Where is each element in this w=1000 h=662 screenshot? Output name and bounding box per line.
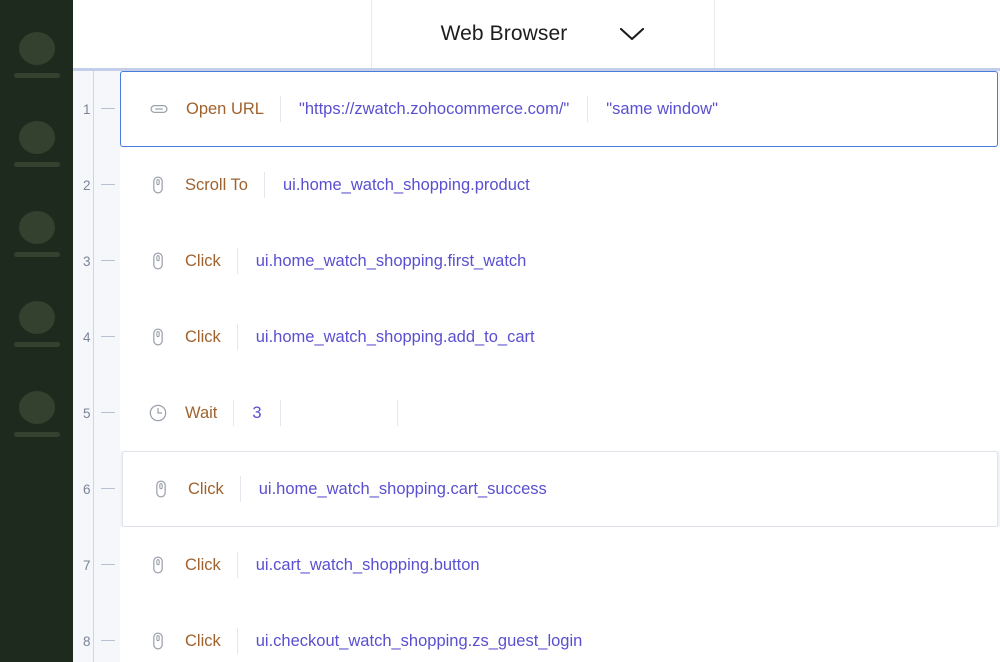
step-number: 2	[83, 177, 91, 193]
app-root: Web Browser 1 Open URL "https://zwatch.zoh…	[0, 0, 1000, 662]
header-left-cell	[73, 0, 372, 68]
sidebar-avatar-placeholder-icon	[18, 301, 55, 334]
step-row: 4 Click ui.home_watch_shopping.add_to_cart	[73, 299, 1000, 375]
mouse-icon	[146, 553, 170, 577]
sidebar-avatar-placeholder-icon	[18, 32, 55, 65]
step-param[interactable]: "same window"	[588, 100, 736, 119]
step-row: 8 Click ui.checkout_watch_shopping.zs_gues…	[73, 603, 1000, 662]
step-list: 1 Open URL "https://zwatch.zohocommerce.co…	[73, 71, 1000, 662]
step-tick	[101, 564, 115, 565]
mouse-icon	[146, 173, 170, 197]
step-card[interactable]: Open URL "https://zwatch.zohocommerce.com…	[120, 71, 998, 147]
header-right-cell	[715, 0, 1000, 68]
sidebar-item-3[interactable]	[0, 211, 73, 271]
sidebar-item-1[interactable]	[0, 32, 73, 92]
param-divider	[396, 400, 398, 426]
step-param[interactable]: ui.home_watch_shopping.product	[265, 176, 548, 195]
step-card[interactable]: Click ui.home_watch_shopping.first_watch	[120, 223, 1000, 299]
step-param[interactable]: ui.home_watch_shopping.add_to_cart	[238, 328, 553, 347]
step-action-label[interactable]: Scroll To	[185, 176, 264, 195]
sidebar-label-placeholder	[13, 252, 60, 257]
step-row: 3 Click ui.home_watch_shopping.first_watch	[73, 223, 1000, 299]
step-action-label[interactable]: Click	[185, 632, 237, 651]
step-number: 1	[83, 101, 91, 117]
step-number: 6	[83, 481, 91, 497]
step-card[interactable]: Click ui.home_watch_shopping.cart_success	[122, 451, 998, 527]
clock-icon	[146, 401, 170, 425]
step-row: 7 Click ui.cart_watch_shopping.button	[73, 527, 1000, 603]
sidebar-item-2[interactable]	[0, 121, 73, 181]
mouse-icon	[149, 477, 173, 501]
step-number: 7	[83, 557, 91, 573]
step-param[interactable]: ui.home_watch_shopping.cart_success	[241, 480, 565, 499]
step-card[interactable]: Click ui.cart_watch_shopping.button	[120, 527, 1000, 603]
step-tick	[101, 412, 115, 413]
step-tick	[101, 184, 115, 185]
step-row: 6 Click ui.home_watch_shopping.cart_succes…	[73, 451, 1000, 527]
chevron-down-icon[interactable]	[619, 26, 645, 42]
step-card[interactable]: Click ui.home_watch_shopping.add_to_cart	[120, 299, 1000, 375]
page-title: Web Browser	[440, 22, 568, 45]
step-card[interactable]: Wait 3	[120, 375, 1000, 451]
sidebar-label-placeholder	[13, 73, 60, 78]
step-action-label[interactable]: Wait	[185, 404, 233, 423]
sidebar-avatar-placeholder-icon	[18, 391, 55, 424]
sidebar-item-5[interactable]	[0, 391, 73, 451]
step-tick	[101, 640, 115, 641]
header-bar: Web Browser	[73, 0, 1000, 68]
step-action-label[interactable]: Click	[188, 480, 240, 499]
step-number: 3	[83, 253, 91, 269]
sidebar-label-placeholder	[13, 432, 60, 437]
step-tick	[101, 260, 115, 261]
step-tick	[101, 336, 115, 337]
step-action-label[interactable]: Open URL	[186, 100, 280, 119]
browser-selector[interactable]: Web Browser	[372, 0, 715, 68]
sidebar-label-placeholder	[13, 342, 60, 347]
step-number: 8	[83, 633, 91, 649]
step-action-label[interactable]: Click	[185, 556, 237, 575]
link-icon	[147, 97, 171, 121]
step-action-label[interactable]: Click	[185, 252, 237, 271]
step-number: 5	[83, 405, 91, 421]
sidebar-avatar-placeholder-icon	[18, 121, 55, 154]
mouse-icon	[146, 629, 170, 653]
sidebar	[0, 0, 73, 662]
mouse-icon	[146, 249, 170, 273]
step-row: 2 Scroll To ui.home_watch_shopping.product	[73, 147, 1000, 223]
param-divider	[279, 400, 281, 426]
step-param[interactable]: 3	[234, 404, 279, 423]
sidebar-item-4[interactable]	[0, 301, 73, 361]
step-action-label[interactable]: Click	[185, 328, 237, 347]
step-row: 1 Open URL "https://zwatch.zohocommerce.co…	[73, 71, 1000, 147]
step-param[interactable]: ui.cart_watch_shopping.button	[238, 556, 498, 575]
step-number: 4	[83, 329, 91, 345]
main-pane: Web Browser 1 Open URL "https://zwatch.zoh…	[73, 0, 1000, 662]
step-param[interactable]: ui.home_watch_shopping.first_watch	[238, 252, 545, 271]
step-card[interactable]: Scroll To ui.home_watch_shopping.product	[120, 147, 1000, 223]
sidebar-label-placeholder	[13, 162, 60, 167]
step-tick	[101, 488, 115, 489]
step-row: 5 Wait 3	[73, 375, 1000, 451]
step-param[interactable]: "https://zwatch.zohocommerce.com/"	[281, 100, 587, 119]
mouse-icon	[146, 325, 170, 349]
step-card[interactable]: Click ui.checkout_watch_shopping.zs_guest…	[120, 603, 1000, 662]
step-tick	[101, 108, 115, 109]
sidebar-avatar-placeholder-icon	[18, 211, 55, 244]
step-param[interactable]: ui.checkout_watch_shopping.zs_guest_logi…	[238, 632, 601, 651]
